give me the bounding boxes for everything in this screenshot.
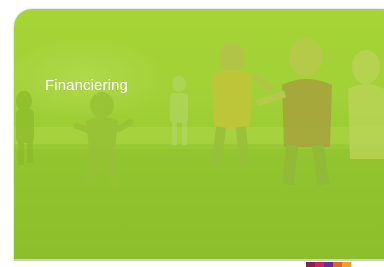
hero-banner[interactable]: Financiering bbox=[14, 9, 384, 260]
color-swatch bbox=[315, 262, 324, 267]
brand-color-strip bbox=[306, 262, 351, 267]
banner-caption: Financiering bbox=[45, 77, 128, 94]
children-running-photo bbox=[14, 38, 384, 260]
banner-shadow bbox=[14, 259, 384, 261]
color-swatch bbox=[333, 262, 342, 267]
color-swatch bbox=[342, 262, 351, 267]
color-swatch bbox=[324, 262, 333, 267]
color-swatch bbox=[306, 262, 315, 267]
